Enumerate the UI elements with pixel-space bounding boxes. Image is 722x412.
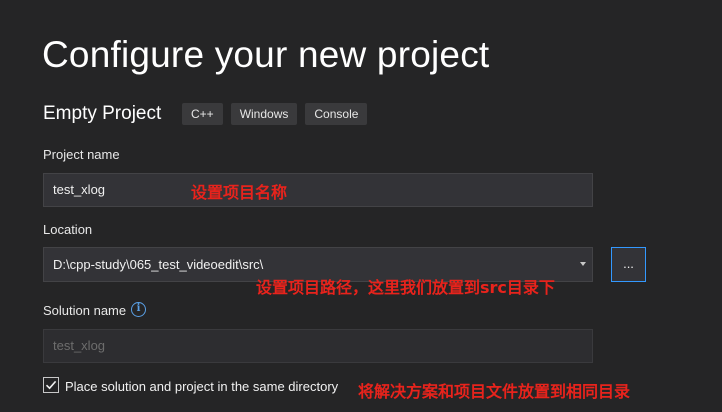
location-value: D:\cpp-study\065_test_videoedit\src\: [53, 257, 264, 272]
browse-location-button[interactable]: ...: [611, 247, 646, 282]
project-name-value: test_xlog: [53, 182, 106, 197]
tag-language: C++: [182, 103, 223, 125]
checkmark-icon: [45, 380, 57, 390]
location-annotation: 设置项目路径，这里我们放置到src目录下: [256, 278, 555, 297]
location-label: Location: [43, 222, 93, 237]
project-name-input[interactable]: test_xlog: [43, 173, 593, 207]
same-directory-checkbox[interactable]: [43, 377, 59, 393]
solution-name-placeholder: test_xlog: [53, 338, 106, 353]
solution-name-input: test_xlog: [43, 329, 593, 363]
project-name-annotation: 设置项目名称: [191, 183, 288, 202]
tag-platform: Windows: [230, 103, 298, 125]
page-title: Configure your new project: [42, 34, 490, 75]
project-name-label: Project name: [43, 147, 120, 162]
configure-project-dialog: Configure your new project Empty Project…: [0, 0, 722, 412]
tag-project-type: Console: [305, 103, 368, 125]
template-name: Empty Project: [43, 103, 162, 124]
chevron-down-icon[interactable]: [580, 262, 586, 266]
same-directory-label[interactable]: Place solution and project in the same d…: [65, 379, 338, 394]
solution-name-label: Solution name: [43, 303, 127, 318]
template-tags: C++ Windows Console: [182, 103, 368, 125]
same-directory-annotation: 将解决方案和项目文件放置到相同目录: [358, 382, 631, 401]
info-icon[interactable]: i: [131, 302, 146, 317]
